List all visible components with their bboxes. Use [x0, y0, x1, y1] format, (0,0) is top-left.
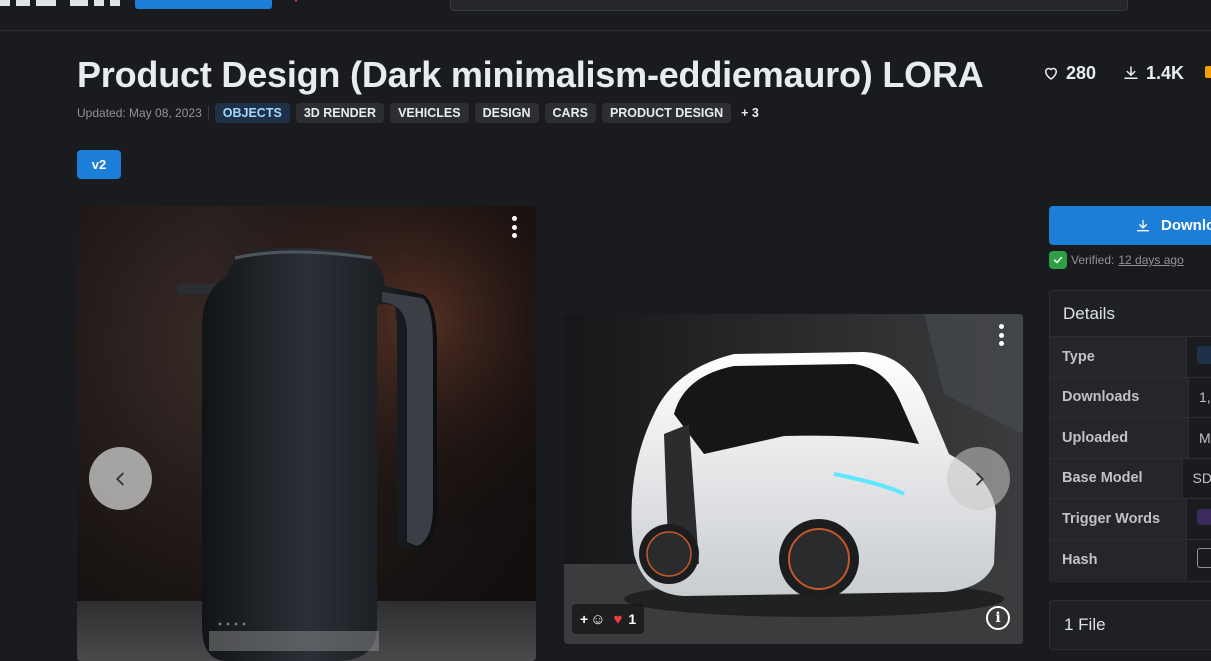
- tag-product-design[interactable]: PRODUCT DESIGN: [601, 103, 732, 123]
- detail-label: Trigger Words: [1050, 499, 1188, 539]
- image-carousel: + ☺ ♥ 1 i: [77, 206, 1023, 661]
- model-meta-row: Updated: May 08, 2023 OBJECTS 3D RENDER …: [77, 102, 763, 124]
- details-header[interactable]: Details: [1050, 291, 1211, 337]
- carousel-next-button[interactable]: [947, 447, 1010, 510]
- image-options-kebab-icon[interactable]: [998, 324, 1004, 346]
- download-icon: [1124, 66, 1138, 79]
- reaction-bar: + ☺ ♥ 1: [572, 604, 645, 634]
- heart-reaction-count: 1: [628, 611, 637, 627]
- download-button[interactable]: Download: [1049, 206, 1211, 245]
- chevron-left-icon: [115, 472, 124, 485]
- details-panel: Details Type Downloads 1, Uploaded M Bas…: [1049, 290, 1211, 582]
- detail-label: Base Model: [1050, 458, 1183, 498]
- add-reaction-symbol: +: [580, 611, 589, 627]
- image-options-kebab-icon[interactable]: [511, 216, 517, 238]
- tag-objects[interactable]: OBJECTS: [214, 103, 290, 123]
- download-count-badge[interactable]: 1.4K: [1116, 59, 1190, 87]
- tag-3d-render[interactable]: 3D RENDER: [295, 103, 385, 123]
- gallery-image-kettle[interactable]: [77, 206, 536, 661]
- files-panel-header[interactable]: 1 File: [1049, 600, 1211, 650]
- carousel-previous-button[interactable]: [89, 447, 152, 510]
- detail-value-type: [1187, 346, 1211, 367]
- detail-value-base-model: SD: [1192, 470, 1211, 487]
- updated-date: Updated: May 08, 2023: [77, 106, 209, 120]
- detail-label: Downloads: [1050, 377, 1189, 417]
- detail-row-uploaded: Uploaded M: [1050, 418, 1211, 459]
- info-icon[interactable]: i: [986, 606, 1010, 630]
- detail-value-downloads: 1,: [1199, 389, 1211, 406]
- heart-icon: ♥: [613, 610, 623, 628]
- kettle-render: [77, 206, 536, 661]
- detail-row-type: Type: [1050, 337, 1211, 378]
- tag-cars[interactable]: CARS: [544, 103, 596, 123]
- detail-label: Hash: [1050, 539, 1188, 580]
- detail-row-trigger-words: Trigger Words: [1050, 499, 1211, 540]
- verified-status: Verified: 12 days ago: [1049, 251, 1184, 269]
- version-tab-v2[interactable]: v2: [77, 150, 121, 179]
- gallery-empty-slot: [547, 206, 1023, 310]
- create-button[interactable]: [135, 0, 272, 9]
- chevron-right-icon: [975, 472, 984, 485]
- trigger-word-chip[interactable]: [1197, 509, 1211, 526]
- download-button-label: Download: [1161, 217, 1211, 234]
- site-logo[interactable]: [0, 0, 122, 6]
- verified-prefix: Verified:: [1071, 253, 1115, 267]
- tag-vehicles[interactable]: VEHICLES: [390, 103, 469, 123]
- smiley-icon: ☺: [590, 610, 606, 628]
- detail-value-hash: [1187, 548, 1211, 571]
- like-count-badge[interactable]: 280: [1036, 59, 1102, 87]
- add-reaction-button[interactable]: + ☺: [580, 611, 606, 628]
- type-badge[interactable]: [1197, 346, 1211, 365]
- search-input[interactable]: [450, 0, 1128, 11]
- star-badge-edge: [1205, 66, 1211, 78]
- more-tags-button[interactable]: + 3: [737, 103, 763, 123]
- tag-design[interactable]: DESIGN: [474, 103, 539, 123]
- detail-value-uploaded: M: [1199, 429, 1211, 446]
- verified-date-link[interactable]: 12 days ago: [1118, 253, 1183, 267]
- detail-row-downloads: Downloads 1,: [1050, 377, 1211, 418]
- like-count: 280: [1066, 62, 1097, 83]
- heart-icon: [1045, 67, 1057, 80]
- heart-icon[interactable]: ♥: [293, 0, 303, 5]
- download-icon: [1137, 219, 1149, 231]
- download-count: 1.4K: [1146, 62, 1185, 83]
- shield-check-icon: [1049, 251, 1067, 269]
- detail-row-hash: Hash: [1050, 539, 1211, 580]
- top-navigation-bar: ♥: [0, 0, 1211, 31]
- detail-value-trigger-words: [1187, 509, 1211, 528]
- model-title: Product Design (Dark minimalism-eddiemau…: [77, 54, 984, 95]
- detail-row-base-model: Base Model SD: [1050, 458, 1211, 499]
- hash-selector[interactable]: [1197, 548, 1211, 569]
- detail-label: Type: [1050, 337, 1188, 377]
- heart-reaction-button[interactable]: ♥ 1: [614, 611, 637, 628]
- detail-label: Uploaded: [1050, 418, 1189, 458]
